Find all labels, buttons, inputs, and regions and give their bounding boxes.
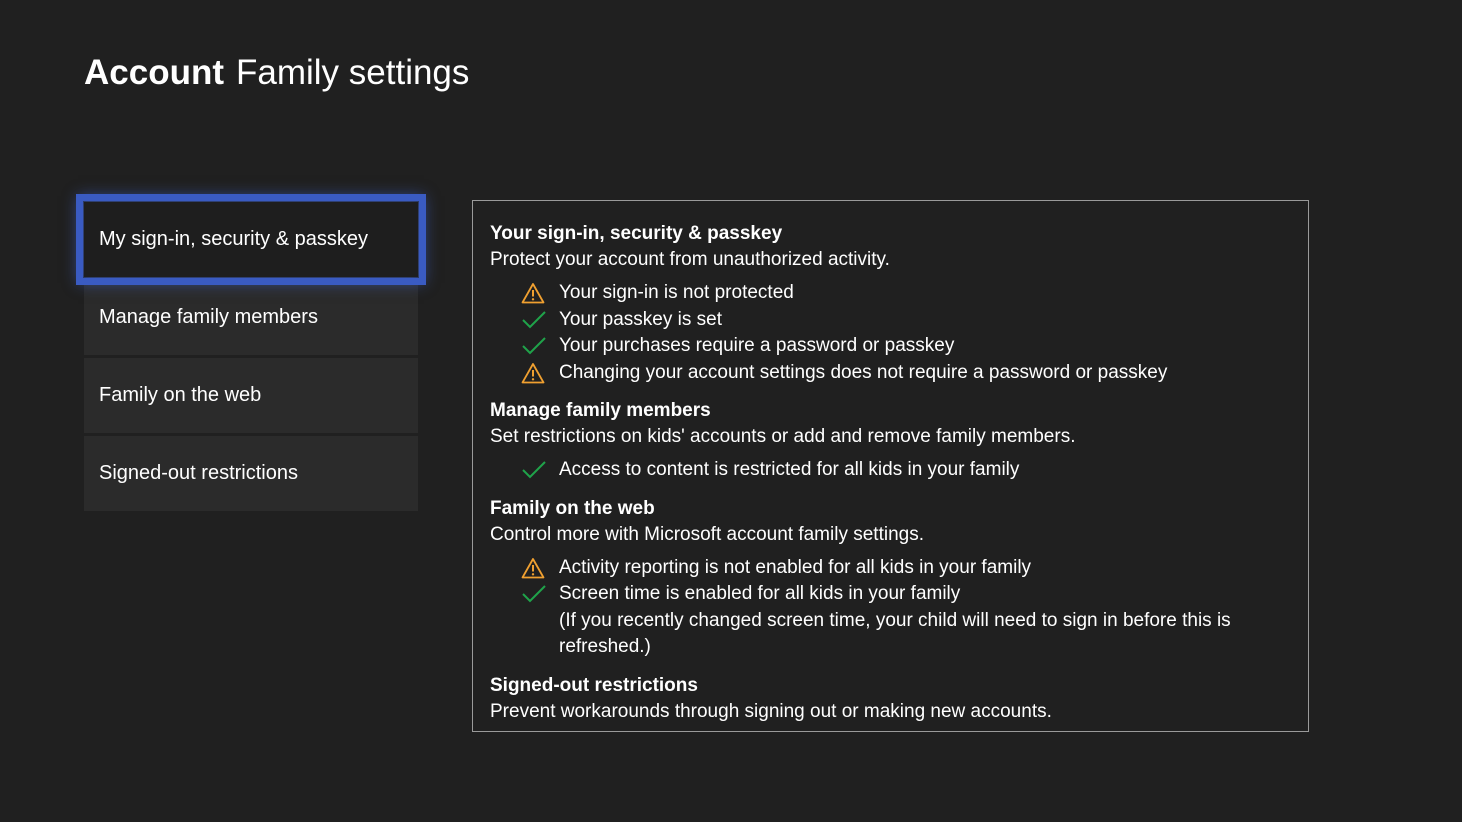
menu-item-my-sign-in-security-passkey[interactable]: My sign-in, security & passkey xyxy=(76,194,426,285)
page: Account Family settings My sign-in, secur… xyxy=(0,0,1462,822)
check-icon xyxy=(521,457,559,483)
status-list: Your sign-in is not protected Your passke… xyxy=(490,280,1291,386)
menu-item-family-on-the-web[interactable]: Family on the web xyxy=(84,358,418,433)
section-signed-out-restrictions: Signed-out restrictions Prevent workaroun… xyxy=(490,673,1291,725)
warning-icon xyxy=(521,360,559,386)
status-list: Access to content is restricted for all … xyxy=(490,457,1291,484)
status-text: Your sign-in is not protected xyxy=(559,282,794,303)
status-text: Your passkey is set xyxy=(559,308,722,330)
section-title: Signed-out restrictions xyxy=(490,674,698,696)
status-item: Screen time is enabled for all kids in y… xyxy=(521,581,1291,608)
menu-item-manage-family-members[interactable]: Manage family members xyxy=(84,280,418,355)
status-text: Screen time is enabled for all kids in y… xyxy=(559,583,961,604)
status-item: Your passkey is set xyxy=(521,307,1291,334)
section-title: Your sign-in, security & passkey xyxy=(490,223,783,244)
page-title: Account Family settings xyxy=(84,50,469,96)
menu-item-label: Family on the web xyxy=(99,384,262,406)
check-icon xyxy=(521,333,559,359)
menu-item-label: Manage family members xyxy=(99,306,318,328)
status-text: Changing your account settings does not … xyxy=(559,361,1168,383)
status-list: Activity reporting is not enabled for al… xyxy=(490,555,1291,661)
menu-item-signed-out-restrictions[interactable]: Signed-out restrictions xyxy=(84,436,418,511)
section-manage-family-members: Manage family members Set restrictions on… xyxy=(490,398,1291,484)
status-item: Access to content is restricted for all … xyxy=(521,457,1291,484)
status-item: Your sign-in is not protected xyxy=(521,280,1291,307)
icon-spacer xyxy=(521,608,559,634)
section-description: Protect your account from unauthorized a… xyxy=(490,249,890,270)
page-title-account: Account xyxy=(84,53,224,92)
details-panel[interactable]: Your sign-in, security & passkey Protect … xyxy=(472,200,1309,732)
status-text: (If you recently changed screen time, yo… xyxy=(559,609,1231,658)
status-text: Access to content is restricted for all … xyxy=(559,459,1020,480)
page-title-family-settings: Family settings xyxy=(236,53,470,92)
status-text: Your purchases require a password or pas… xyxy=(559,335,955,356)
check-icon xyxy=(521,581,559,607)
status-item: Activity reporting is not enabled for al… xyxy=(521,555,1291,582)
section-description: Set restrictions on kids' accounts or ad… xyxy=(490,426,1076,447)
status-item: Changing your account settings does not … xyxy=(521,360,1291,387)
status-item: (If you recently changed screen time, yo… xyxy=(521,608,1291,661)
settings-menu: My sign-in, security & passkey Manage fam… xyxy=(76,194,426,514)
section-family-on-the-web: Family on the web Control more with Micro… xyxy=(490,496,1291,661)
section-description: Control more with Microsoft account fami… xyxy=(490,523,924,545)
status-item: Your purchases require a password or pas… xyxy=(521,333,1291,360)
menu-item-label: My sign-in, security & passkey xyxy=(99,228,368,250)
check-icon xyxy=(521,307,559,333)
menu-item-label: Signed-out restrictions xyxy=(99,462,298,484)
warning-icon xyxy=(521,555,559,581)
section-title: Manage family members xyxy=(490,400,711,421)
warning-icon xyxy=(521,280,559,306)
section-description: Prevent workarounds through signing out … xyxy=(490,700,1052,722)
section-your-sign-in-security-passkey: Your sign-in, security & passkey Protect … xyxy=(490,221,1291,386)
status-text: Activity reporting is not enabled for al… xyxy=(559,556,1032,578)
section-title: Family on the web xyxy=(490,497,655,519)
